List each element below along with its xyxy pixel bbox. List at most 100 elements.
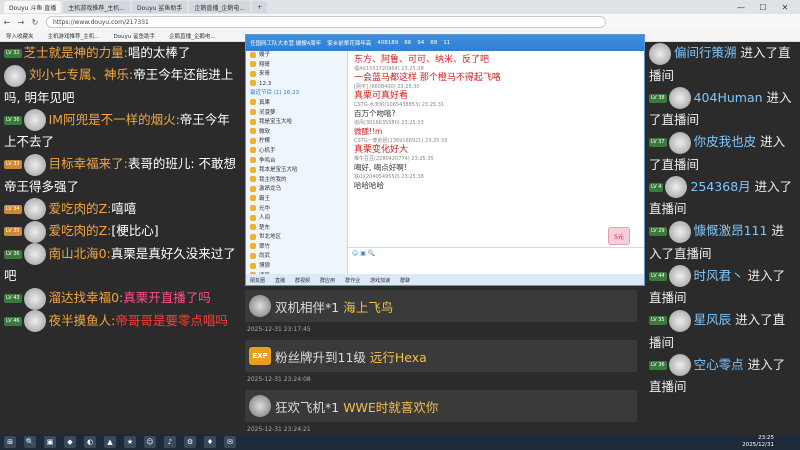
qq-bottom-item[interactable]: 游戏加速	[370, 277, 390, 284]
member-row[interactable]: 争鸣台	[246, 157, 347, 167]
chat-username[interactable]: 目标幸福来了:	[49, 156, 128, 171]
app-icon[interactable]: ⚙	[184, 436, 196, 448]
member-row[interactable]: 翔哥	[246, 61, 347, 71]
bookmark-item[interactable]: 企鹅直播_企鹅电...	[169, 32, 216, 40]
maximize-button[interactable]: ☐	[752, 0, 774, 14]
avatar	[23, 220, 46, 243]
qq-stat: 408189	[377, 40, 399, 46]
chat-username[interactable]: 溜达找幸福0:	[49, 290, 124, 305]
member-row[interactable]: 我是宝玉大哈	[246, 118, 347, 128]
entry-username[interactable]: 你皮我也皮	[694, 134, 757, 149]
gift-feed: 双机相伴*1 海上飞鸟 2025-12-31 23:17:45 EXP 粉丝牌升到…	[245, 284, 645, 434]
member-row[interactable]: 嫂子	[246, 51, 347, 61]
gift-item: EXP 粉丝牌升到11级 远行Hexa	[245, 340, 637, 372]
member-row[interactable]: 世北地区	[246, 233, 347, 243]
chat-text: 帝哥哥是要零点唱吗	[115, 312, 228, 328]
gift-target[interactable]: 海上飞鸟	[343, 297, 393, 316]
member-row[interactable]: 激昂龙乌	[246, 185, 347, 195]
member-row[interactable]: 微软	[246, 128, 347, 138]
qq-message: [网宇] (8608400) 23:25:30 真栗可真好看	[354, 84, 420, 101]
gift-user: 双机相伴*1	[275, 299, 340, 315]
clock-time: 23:25	[758, 435, 774, 441]
browser-tab[interactable]: 主机游戏推荐_主机...	[63, 1, 130, 13]
image-icon[interactable]: ▣	[360, 250, 366, 257]
minimize-button[interactable]: —	[730, 0, 752, 14]
qq-input-toolbar: ☺ ▣ 🔍	[348, 248, 644, 258]
url-input[interactable]: https://www.douyu.com/217331	[46, 16, 606, 28]
chat-username[interactable]: IM阿兜是不一样的烟火:	[49, 112, 180, 127]
qq-bottom-item[interactable]: 群聊	[400, 277, 410, 284]
chat-username[interactable]: 爱吃肉的Z:	[49, 201, 112, 216]
member-row[interactable]: 尚武	[246, 252, 347, 262]
avatar	[23, 109, 46, 131]
qq-bottom-item[interactable]: 群应用	[320, 277, 335, 284]
bookmark-item[interactable]: 导入收藏夹	[6, 32, 34, 40]
qq-stat: 88	[430, 40, 438, 46]
app-icon[interactable]: ♪	[164, 436, 176, 448]
back-icon[interactable]: ←	[0, 18, 14, 27]
close-button[interactable]: ✕	[774, 0, 796, 14]
chat-username[interactable]: 爱吃肉的Z:	[49, 223, 112, 238]
qq-bottom-item[interactable]: 群视频	[295, 277, 310, 284]
member-row[interactable]: 来哥	[246, 70, 347, 80]
gift-time: 2025-12-31 23:24:21	[247, 426, 311, 433]
chat-username[interactable]: 夜半摸鱼人:	[49, 313, 116, 328]
chat-username[interactable]: 芝士就是神的力量:	[24, 45, 128, 60]
app-icon[interactable]: ☺	[144, 436, 156, 448]
app-icon[interactable]: ▲	[104, 436, 116, 448]
member-row[interactable]: 12.3	[246, 80, 347, 90]
forward-icon[interactable]: →	[14, 18, 28, 27]
qq-stat: 86	[404, 40, 412, 46]
danmaku-chat-right: 偏间行策溯 进入了直播间 LV 38 404Human 进入了直播间 LV 37 你…	[645, 42, 800, 434]
browser-tab[interactable]: Douyu 鲨鱼助手	[132, 1, 188, 13]
browser-tab[interactable]: 企鹅直播_企鹅电...	[189, 1, 251, 13]
gift-target[interactable]: WWE时就喜欢你	[343, 397, 438, 416]
member-row[interactable]: 人间	[246, 214, 347, 224]
app-icon[interactable]: ♦	[204, 436, 216, 448]
entry-username[interactable]: 星风辰	[694, 312, 732, 327]
entry-username[interactable]: 偏间行策溯	[674, 45, 737, 60]
browser-tab[interactable]: Douyu 斗鱼 直播	[4, 1, 62, 13]
red-packet-icon[interactable]: 5元	[608, 227, 630, 245]
app-icon[interactable]: ◆	[64, 436, 76, 448]
start-icon[interactable]: ⊞	[4, 436, 16, 448]
new-tab-button[interactable]: +	[252, 1, 268, 13]
reload-icon[interactable]: ↻	[28, 18, 42, 27]
chat-message: LV 46 夜半摸鱼人:帝哥哥是要零点唱吗	[0, 310, 245, 332]
member-row[interactable]: 翠竹	[246, 243, 347, 253]
qq-bottom-item[interactable]: 群作业	[345, 277, 360, 284]
entry-username[interactable]: 404Human	[694, 90, 763, 105]
entry-username[interactable]: 慷慨激昂111	[694, 223, 768, 238]
app-icon[interactable]: ★	[124, 436, 136, 448]
search-icon[interactable]: 🔍	[24, 436, 36, 448]
member-row[interactable]: 霸王	[246, 195, 347, 205]
member-row[interactable]: 光华	[246, 205, 347, 215]
member-row[interactable]: 楚东	[246, 224, 347, 234]
search-icon[interactable]: 🔍	[368, 250, 375, 257]
system-clock[interactable]: 23:25 2025/12/31	[742, 434, 774, 450]
chat-text: 唱的太棒了	[127, 45, 191, 60]
member-row[interactable]: 我主的我的	[246, 176, 347, 186]
app-icon[interactable]: ✉	[224, 436, 236, 448]
entry-username[interactable]: 254368月	[690, 179, 750, 194]
member-row[interactable]: 博狼	[246, 262, 347, 272]
bookmark-item[interactable]: 主机游戏推荐_主机...	[48, 32, 100, 40]
entry-username[interactable]: 时风君丶	[694, 268, 744, 283]
taskview-icon[interactable]: ▣	[44, 436, 56, 448]
avatar	[668, 265, 691, 287]
browser-icon[interactable]: ◐	[84, 436, 96, 448]
member-row[interactable]: 真果	[246, 99, 347, 109]
member-row[interactable]: 柠檬	[246, 137, 347, 147]
entry-username[interactable]: 空心零点	[694, 357, 744, 372]
emoji-icon[interactable]: ☺	[352, 250, 358, 257]
bookmark-item[interactable]: Douyu 鲨鱼助手	[114, 32, 156, 40]
qq-bottom-item[interactable]: 直播	[275, 277, 285, 284]
member-row[interactable]: 灵菠萝	[246, 109, 347, 119]
member-group-header[interactable]: 最近节目 (1) 16:23	[246, 89, 347, 99]
gift-target[interactable]: 远行Hexa	[370, 347, 427, 366]
chat-username[interactable]: 刘小七专属、神乐:	[29, 67, 133, 82]
member-row[interactable]: 我本是宝玉大哈	[246, 166, 347, 176]
member-row[interactable]: 心机手	[246, 147, 347, 157]
qq-bottom-item[interactable]: 朋友圈	[250, 277, 265, 284]
chat-username[interactable]: 南山北海0:	[49, 246, 111, 261]
